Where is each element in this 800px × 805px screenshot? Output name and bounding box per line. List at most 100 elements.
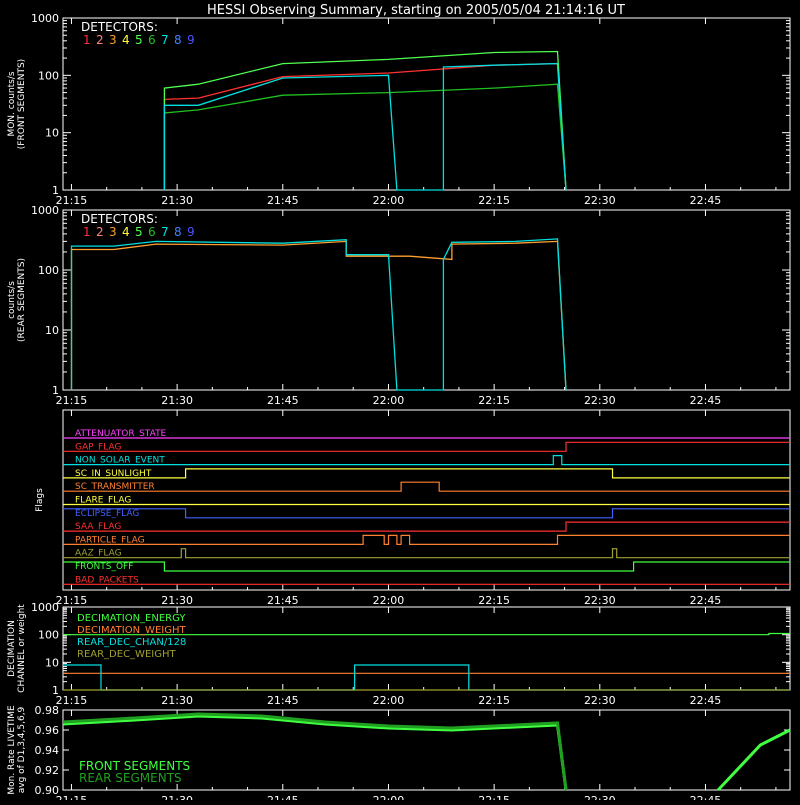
decimation-legend-entry: DECIMATION_WEIGHT — [77, 625, 186, 636]
decimation-ytick-label: 10 — [45, 656, 59, 669]
decimation-ytick-label: 100 — [38, 629, 59, 642]
flags-flag-label: SAA_FLAG — [75, 522, 121, 532]
rear-legend-detector-5: 5 — [135, 225, 143, 239]
livetime-ylabel: avg of D1,3,4,5,6,9 — [17, 706, 27, 793]
front-time-label: 22:00 — [373, 194, 405, 207]
rear-ytick-label: 1000 — [31, 204, 59, 217]
front-ytick-label: 10 — [45, 127, 59, 140]
livetime-time-label: 22:15 — [478, 794, 510, 800]
decimation-time-label: 21:15 — [56, 694, 88, 707]
rear-ylabel: counts/s — [7, 281, 17, 319]
front-legend-detector-8: 8 — [174, 33, 182, 47]
flags-time-label: 22:30 — [584, 594, 616, 607]
flags-flag-line — [63, 468, 790, 479]
flags-flag-label: PARTICLE_FLAG — [75, 535, 145, 545]
front-ytick-label: 1000 — [31, 12, 59, 25]
livetime-ytick-label: 0.94 — [35, 744, 60, 757]
livetime-time-label: 21:15 — [56, 794, 88, 800]
livetime-ytick-label: 0.92 — [35, 764, 60, 777]
decimation-legend-entry: DECIMATION_ENERGY — [77, 613, 186, 624]
rear-time-label: 21:30 — [161, 394, 193, 407]
flags-flag-line — [63, 441, 790, 452]
decimation-time-label: 21:30 — [161, 694, 193, 707]
front-legend-detector-9: 9 — [187, 33, 195, 47]
decimation-time-label: 22:15 — [478, 694, 510, 707]
rear-legend-title: DETECTORS: — [81, 212, 158, 226]
rear-legend-detector-3: 3 — [109, 225, 117, 239]
front-ylabel: MON. counts/s — [7, 71, 17, 136]
rear-series-3 — [70, 240, 567, 391]
flags-flag-label: SC_IN_SUNLIGHT — [75, 469, 152, 479]
livetime-series — [717, 728, 791, 792]
flags-flag-label: FLARE_FLAG — [75, 496, 131, 506]
front-frame — [62, 17, 791, 191]
rear-time-label: 21:15 — [56, 394, 88, 407]
livetime-time-label: 22:45 — [690, 794, 722, 800]
rear-legend-detector-6: 6 — [148, 225, 156, 239]
flags-flag-label: ECLIPSE_FLAG — [75, 509, 139, 519]
rear-ytick-label: 100 — [38, 264, 59, 277]
front-time-label: 21:30 — [161, 194, 193, 207]
rear-legend-detector-4: 4 — [122, 225, 130, 239]
rear-legend-detector-2: 2 — [96, 225, 104, 239]
front-legend-detector-4: 4 — [122, 33, 130, 47]
hessi-summary-figure: HESSI Observing Summary, starting on 200… — [0, 0, 800, 805]
rear-time-label: 22:45 — [690, 394, 722, 407]
rear-legend-detector-9: 9 — [187, 225, 195, 239]
decimation-time-label: 22:45 — [690, 694, 722, 707]
figure-canvas: HESSI Observing Summary, starting on 200… — [7, 3, 791, 805]
decimation-series — [63, 664, 790, 691]
flags-ylabel: Flags — [35, 488, 45, 512]
decimation-ylabel: CHANNEL or weight — [17, 604, 27, 693]
livetime-ytick-label: 0.96 — [35, 724, 60, 737]
flags-flag-line — [63, 534, 790, 545]
flags-flag-label: BAD_PACKETS — [75, 575, 139, 585]
flags-flag-label: FRONTS_OFF — [75, 562, 133, 572]
livetime-time-label: 21:30 — [161, 794, 193, 800]
rear-series-7 — [70, 238, 567, 391]
flags-flag-line — [63, 455, 790, 466]
decimation-legend-entry: REAR_DEC_CHAN/128 — [77, 637, 186, 648]
front-legend-detector-1: 1 — [83, 33, 91, 47]
flags-flag-label: ATTENUATOR_STATE — [75, 429, 167, 439]
rear-time-label: 22:00 — [373, 394, 405, 407]
flags-flag-label: GAP_FLAG — [75, 442, 121, 452]
flags-flag-label: NON_SOLAR_EVENT — [75, 456, 165, 466]
flags-flag-label: SC_TRANSMITTER — [75, 482, 155, 492]
livetime-time-label: 22:00 — [373, 794, 405, 800]
livetime-ytick-label: 0.98 — [35, 704, 60, 717]
front-series-7 — [163, 62, 567, 191]
flags-time-label: 21:30 — [161, 594, 193, 607]
decimation-time-label: 22:30 — [584, 694, 616, 707]
front-series-5 — [163, 50, 567, 191]
front-legend-detector-6: 6 — [148, 33, 156, 47]
rear-frame — [62, 209, 791, 391]
decimation-time-label: 21:45 — [267, 694, 299, 707]
front-time-label: 21:15 — [56, 194, 88, 207]
front-ytick-label: 100 — [38, 69, 59, 82]
flags-flag-line — [63, 481, 790, 492]
flags-time-label: 21:45 — [267, 594, 299, 607]
livetime-time-label: 21:45 — [267, 794, 299, 800]
front-legend-detector-7: 7 — [161, 33, 169, 47]
rear-time-label: 22:15 — [478, 394, 510, 407]
front-ytick-label: 1 — [52, 184, 59, 197]
front-legend-detector-3: 3 — [109, 33, 117, 47]
flags-flag-line — [63, 521, 790, 532]
flags-frame — [62, 409, 791, 591]
flags-flag-line — [63, 561, 790, 572]
rear-ylabel: (REAR SEGMENTS) — [17, 258, 27, 342]
rear-legend-detector-8: 8 — [174, 225, 182, 239]
front-legend-title: DETECTORS: — [81, 20, 158, 34]
rear-time-label: 22:30 — [584, 394, 616, 407]
livetime-ylabel: Mon. Rate LIVETIME — [7, 705, 17, 795]
flags-time-label: 22:45 — [690, 594, 722, 607]
front-series-1 — [163, 62, 567, 191]
flags-time-label: 21:15 — [56, 594, 88, 607]
front-time-label: 22:30 — [584, 194, 616, 207]
front-legend-detector-2: 2 — [96, 33, 104, 47]
livetime-time-label: 22:30 — [584, 794, 616, 800]
front-time-label: 22:15 — [478, 194, 510, 207]
rear-time-label: 21:45 — [267, 394, 299, 407]
front-time-label: 22:45 — [690, 194, 722, 207]
